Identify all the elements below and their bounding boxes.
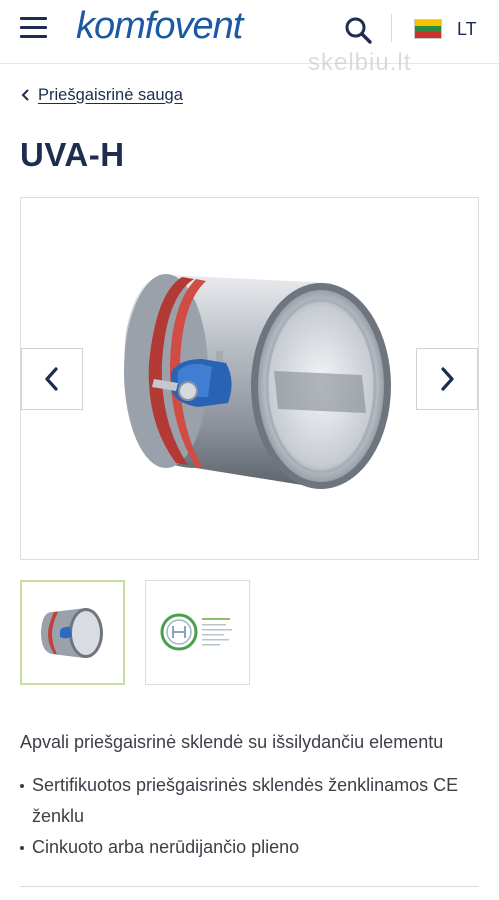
feature-item: Cinkuoto arba nerūdijančio plieno	[20, 832, 490, 863]
feature-text: Sertifikuotos priešgaisrinės sklendės že…	[32, 775, 459, 826]
bullet-icon	[20, 784, 24, 788]
certificate-thumbnail-image	[160, 613, 232, 651]
thumbnail-certificate[interactable]	[145, 580, 250, 685]
breadcrumb-link[interactable]: Priešgaisrinė sauga	[38, 86, 183, 105]
product-image[interactable]	[116, 263, 401, 498]
lithuania-flag-icon[interactable]	[414, 19, 442, 39]
page-title: UVA-H	[20, 136, 125, 173]
chevron-right-icon	[441, 367, 454, 391]
thumbnail-product[interactable]	[20, 580, 125, 685]
bullet-icon	[20, 846, 24, 850]
header-divider	[391, 14, 392, 42]
chevron-left-icon	[45, 367, 58, 391]
feature-item: Sertifikuotos priešgaisrinės sklendės že…	[20, 770, 490, 832]
section-divider	[20, 886, 479, 887]
hamburger-menu-icon[interactable]	[20, 17, 48, 39]
feature-list: Sertifikuotos priešgaisrinės sklendės že…	[20, 770, 490, 863]
product-description: Apvali priešgaisrinė sklendė su išsilyda…	[20, 732, 444, 752]
thumbnail-strip	[20, 580, 250, 685]
watermark: skelbiu.lt	[308, 49, 412, 76]
gallery-prev-button[interactable]	[21, 348, 83, 410]
breadcrumb: Priešgaisrinė sauga	[20, 83, 183, 107]
gallery-next-button[interactable]	[416, 348, 478, 410]
feature-text: Cinkuoto arba nerūdijančio plieno	[32, 837, 300, 857]
search-icon[interactable]	[344, 16, 372, 44]
site-header: komfovent LT skelbiu.lt	[0, 0, 499, 76]
product-gallery	[20, 197, 479, 560]
komfovent-logo[interactable]: komfovent	[76, 3, 243, 49]
chevron-left-icon	[21, 89, 29, 101]
language-selector[interactable]: LT	[457, 18, 477, 40]
product-thumbnail-image	[41, 608, 103, 658]
